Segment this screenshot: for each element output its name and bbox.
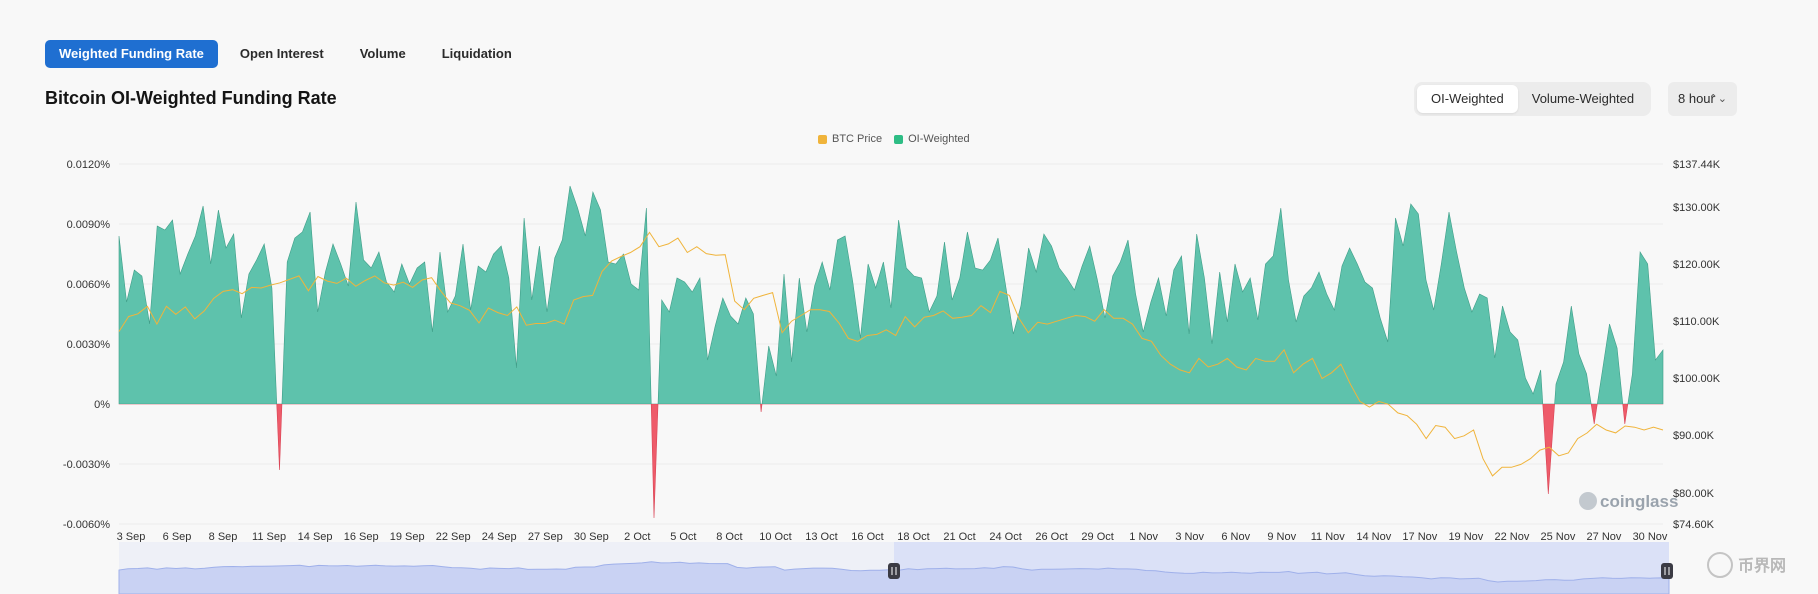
x-axis: 3 Sep 6 Sep 8 Sep 11 Sep 14 Sep 16 Sep 19 Sep 2… bbox=[117, 531, 1668, 543]
x-tick-label: 27 Sep bbox=[528, 531, 563, 543]
y-left-tick-label: 0.0030% bbox=[67, 339, 111, 351]
site-watermark: 币界网 bbox=[1707, 552, 1786, 578]
y-right-tick-label: $74.60K bbox=[1673, 519, 1715, 531]
x-tick-label: 3 Nov bbox=[1175, 531, 1204, 543]
y-left-tick-label: 0% bbox=[94, 399, 110, 411]
x-tick-label: 24 Oct bbox=[989, 531, 1021, 543]
site-logo-icon bbox=[1707, 552, 1733, 578]
x-tick-label: 11 Sep bbox=[252, 531, 286, 543]
x-tick-label: 11 Nov bbox=[1311, 531, 1346, 543]
y-left-tick-label: 0.0090% bbox=[67, 219, 111, 231]
x-tick-label: 14 Nov bbox=[1356, 531, 1391, 543]
y-right-tick-label: $137.44K bbox=[1673, 159, 1721, 171]
x-tick-label: 3 Sep bbox=[117, 531, 146, 543]
x-tick-label: 19 Sep bbox=[390, 531, 425, 543]
y-right-tick-label: $100.00K bbox=[1673, 373, 1721, 385]
funding-rate-positive-area bbox=[118, 185, 1664, 404]
x-tick-label: 22 Sep bbox=[436, 531, 471, 543]
site-watermark-text: 币界网 bbox=[1738, 556, 1786, 575]
x-tick-label: 5 Oct bbox=[670, 531, 696, 543]
x-tick-label: 30 Nov bbox=[1633, 531, 1668, 543]
range-brush[interactable] bbox=[118, 542, 1673, 594]
y-left-tick-label: 0.0120% bbox=[67, 159, 111, 171]
x-tick-label: 6 Nov bbox=[1221, 531, 1250, 543]
y-left-tick-label: 0.0060% bbox=[67, 279, 111, 291]
x-tick-label: 22 Nov bbox=[1494, 531, 1529, 543]
y-right-tick-label: $130.00K bbox=[1673, 202, 1721, 214]
funding-rate-chart: 0.0120% 0.0090% 0.0060% 0.0030% 0% -0.0030% -0… bbox=[63, 159, 1786, 594]
y-right-tick-label: $90.00K bbox=[1673, 430, 1715, 442]
x-tick-label: 13 Oct bbox=[805, 531, 837, 543]
y-right-tick-label: $120.00K bbox=[1673, 259, 1721, 271]
x-tick-label: 9 Nov bbox=[1267, 531, 1296, 543]
x-tick-label: 19 Nov bbox=[1448, 531, 1483, 543]
x-tick-label: 1 Nov bbox=[1129, 531, 1158, 543]
y-right-tick-label: $80.00K bbox=[1673, 488, 1715, 500]
x-tick-label: 30 Sep bbox=[574, 531, 609, 543]
x-tick-label: 18 Oct bbox=[897, 531, 929, 543]
coinglass-watermark-text: coinglass bbox=[1600, 492, 1678, 511]
y-axis-right: $137.44K $130.00K $120.00K $110.00K $100.00K… bbox=[1673, 159, 1721, 531]
x-tick-label: 8 Oct bbox=[716, 531, 742, 543]
x-tick-label: 16 Oct bbox=[851, 531, 883, 543]
brush-handle-right[interactable] bbox=[1661, 563, 1673, 579]
y-left-tick-label: -0.0060% bbox=[63, 519, 110, 531]
coinglass-watermark: coinglass bbox=[1579, 492, 1678, 511]
x-tick-label: 21 Oct bbox=[943, 531, 975, 543]
coinglass-logo-icon bbox=[1579, 492, 1597, 510]
x-tick-label: 24 Sep bbox=[482, 531, 517, 543]
x-tick-label: 16 Sep bbox=[344, 531, 379, 543]
x-tick-label: 26 Oct bbox=[1035, 531, 1067, 543]
x-tick-label: 10 Oct bbox=[759, 531, 791, 543]
x-tick-label: 27 Nov bbox=[1587, 531, 1622, 543]
x-tick-label: 29 Oct bbox=[1081, 531, 1113, 543]
y-axis-left: 0.0120% 0.0090% 0.0060% 0.0030% 0% -0.0030% -0… bbox=[63, 159, 110, 531]
x-tick-label: 17 Nov bbox=[1402, 531, 1437, 543]
x-tick-label: 14 Sep bbox=[298, 531, 333, 543]
x-tick-label: 25 Nov bbox=[1541, 531, 1576, 543]
y-right-tick-label: $110.00K bbox=[1673, 316, 1720, 328]
x-tick-label: 8 Sep bbox=[209, 531, 238, 543]
y-left-tick-label: -0.0030% bbox=[63, 459, 110, 471]
brush-handle-left[interactable] bbox=[888, 563, 900, 579]
x-tick-label: 2 Oct bbox=[624, 531, 650, 543]
x-tick-label: 6 Sep bbox=[163, 531, 192, 543]
